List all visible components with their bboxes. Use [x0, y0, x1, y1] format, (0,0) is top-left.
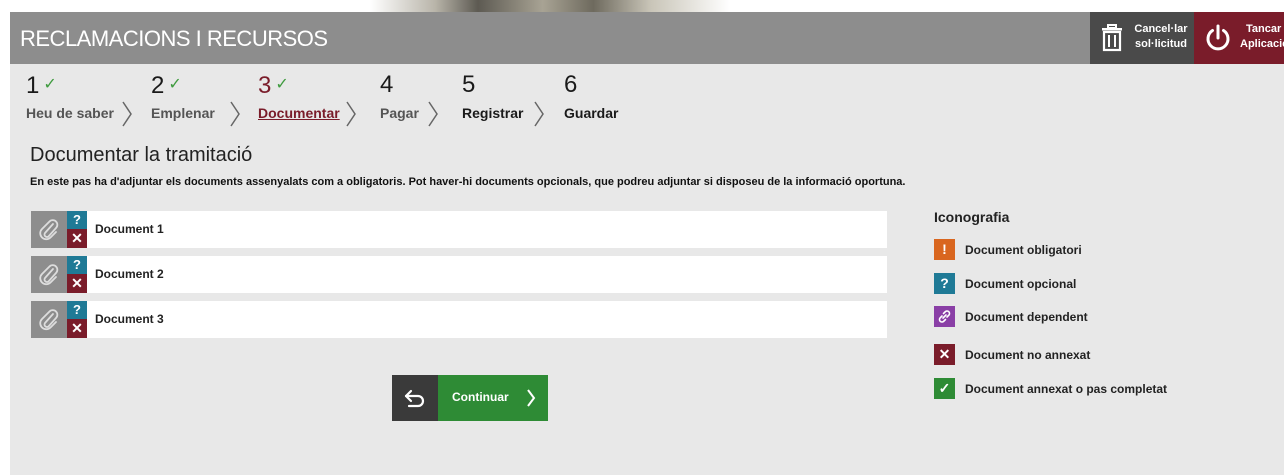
document-name[interactable]: Document 2 — [95, 267, 164, 281]
link-icon-glyph — [938, 310, 951, 323]
document-row: ? ✕ Document 1 — [31, 211, 887, 248]
document-name[interactable]: Document 3 — [95, 312, 164, 326]
cancel-label-line1: Cancel·lar — [1134, 23, 1188, 35]
legend-label: Document annexat o pas completat — [965, 382, 1168, 396]
chevron-right-icon — [428, 101, 438, 127]
check-icon: ✓ — [275, 76, 289, 93]
iconography-legend: Iconografia ! Document obligatori ? Docu… — [934, 209, 1274, 399]
close-app-label: Tancar Aplicació — [1240, 22, 1284, 52]
legend-label: Document obligatori — [965, 243, 1082, 257]
top-banner-strip — [0, 0, 1284, 12]
back-button[interactable] — [392, 375, 438, 421]
intro-text: En este pas ha d'adjuntar els documents … — [30, 176, 906, 188]
step-1-label: Heu de saber — [26, 105, 114, 121]
attach-button[interactable] — [31, 301, 67, 338]
step-6-number: 6 — [564, 72, 577, 98]
step-2-num: 2 — [151, 72, 165, 99]
legend-label: Document no annexat — [965, 348, 1091, 362]
not-attached-icon: ✕ — [67, 229, 87, 248]
step-5-label: Registrar — [462, 105, 524, 121]
legend-label: Document dependent — [965, 310, 1088, 324]
back-arrow-icon — [404, 389, 425, 408]
not-attached-icon: ✕ — [67, 274, 87, 293]
check-icon: ✓ — [168, 76, 182, 93]
document-name[interactable]: Document 1 — [95, 222, 164, 236]
step-5-num: 5 — [462, 71, 476, 98]
chevron-right-icon — [346, 101, 356, 127]
not-attached-icon: ✕ — [934, 344, 955, 365]
optional-document-icon: ? — [67, 301, 87, 319]
step-4-number: 4 — [380, 72, 393, 98]
step-3-label: Documentar — [258, 105, 340, 121]
close-app-button[interactable]: Tancar Aplicació — [1194, 12, 1284, 64]
close-label-line2: Aplicació — [1240, 38, 1284, 50]
step-5-number: 5 — [462, 72, 475, 98]
close-label-line1: Tancar — [1246, 23, 1282, 35]
power-icon — [1206, 24, 1230, 51]
not-attached-icon: ✕ — [67, 319, 87, 338]
paperclip-icon — [39, 264, 59, 286]
step-2-label: Emplenar — [151, 105, 215, 121]
chevron-right-icon — [230, 101, 240, 127]
step-2-number: 2 ✓ — [151, 72, 182, 99]
document-row: ? ✕ Document 2 — [31, 256, 887, 293]
step-3-num: 3 — [258, 72, 272, 99]
banner-photo — [370, 0, 730, 12]
step-3-number: 3 ✓ — [258, 72, 289, 99]
step-6-label: Guardar — [564, 105, 619, 121]
cancel-request-label: Cancel·lar sol·licitud — [1132, 22, 1190, 52]
attach-button[interactable] — [31, 256, 67, 293]
legend-title: Iconografia — [934, 209, 1010, 225]
step-4-num: 4 — [380, 71, 394, 98]
legend-label: Document opcional — [965, 277, 1077, 291]
continue-button[interactable]: Continuar — [438, 375, 548, 421]
step-1-number: 1 ✓ — [26, 72, 57, 99]
chevron-right-icon — [122, 101, 132, 127]
optional-document-icon: ? — [67, 256, 87, 274]
main-content: 1 ✓ Heu de saber 2 ✓ Emplenar 3 ✓ Documenta… — [10, 64, 1284, 475]
chevron-right-icon — [534, 101, 544, 127]
cancel-request-button[interactable]: Cancel·lar sol·licitud — [1090, 12, 1194, 64]
optional-icon: ? — [934, 273, 955, 294]
chevron-right-icon — [527, 389, 536, 407]
check-icon: ✓ — [934, 378, 955, 399]
step-1-num: 1 — [26, 72, 40, 99]
link-icon — [934, 306, 955, 327]
app-header: RECLAMACIONS I RECURSOS Cancel·lar sol·l… — [10, 12, 1284, 64]
document-row: ? ✕ Document 3 — [31, 301, 887, 338]
step-6-num: 6 — [564, 71, 578, 98]
paperclip-icon — [39, 309, 59, 331]
page-title: Documentar la tramitació — [30, 144, 253, 166]
mandatory-icon: ! — [934, 239, 955, 260]
step-4-label: Pagar — [380, 105, 419, 121]
optional-document-icon: ? — [67, 211, 87, 229]
trash-icon — [1102, 24, 1122, 52]
continue-label: Continuar — [452, 390, 509, 404]
cancel-label-line2: sol·licitud — [1135, 38, 1187, 50]
paperclip-icon — [39, 219, 59, 241]
attach-button[interactable] — [31, 211, 67, 248]
check-icon: ✓ — [43, 76, 57, 93]
app-title: RECLAMACIONS I RECURSOS — [20, 26, 328, 51]
